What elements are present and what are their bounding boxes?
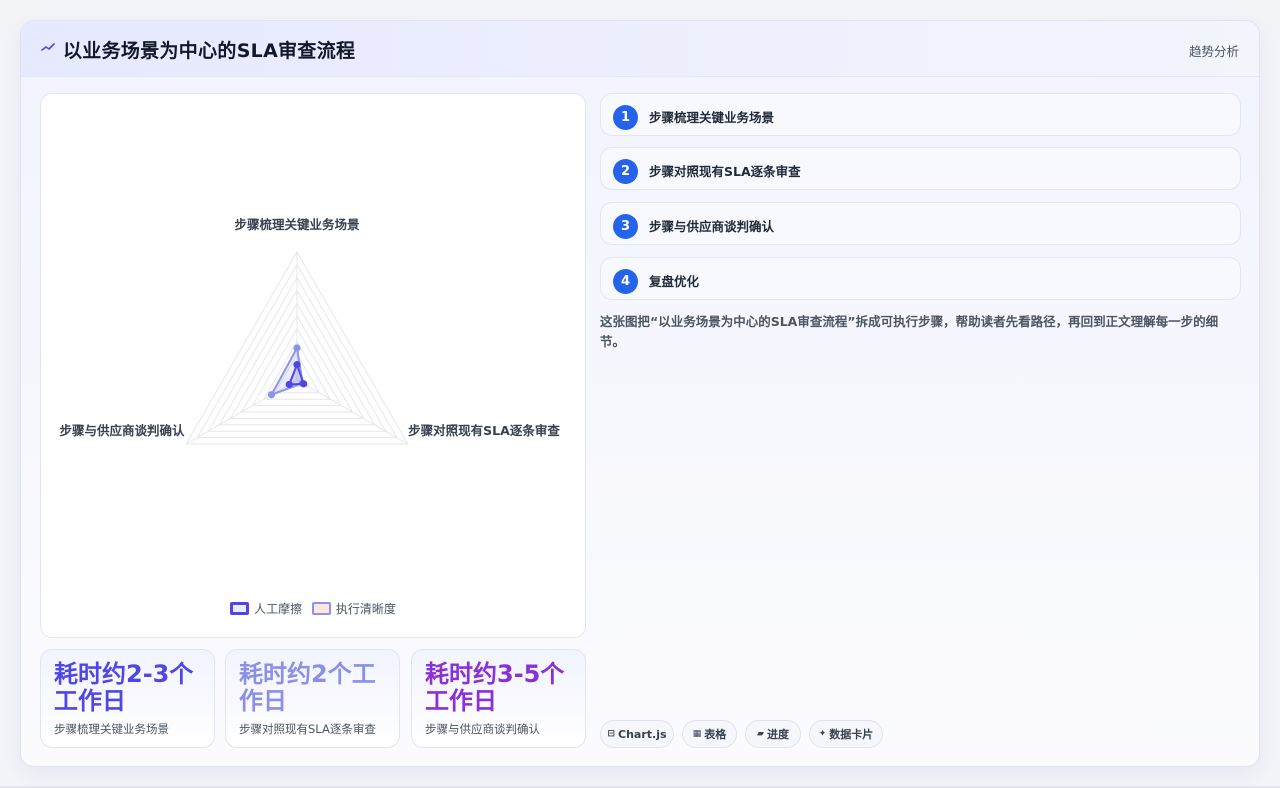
sparkle-icon: ✦ xyxy=(818,729,827,739)
legend-swatch xyxy=(311,602,331,615)
main-card: 以业务场景为中心的SLA审查流程 趋势分析 步骤梳理关键业务场景 步骤对照现有S… xyxy=(20,20,1260,767)
chip-label: Chart.js xyxy=(618,727,667,741)
chart-legend: 人工摩擦 执行清晰度 xyxy=(41,600,585,618)
radar-series xyxy=(267,344,308,399)
axis-label-2: 步骤对照现有SLA逐条审查 xyxy=(408,423,560,438)
stat-value: 耗时约3-5个工作日 xyxy=(425,660,565,715)
stat-card: 耗时约3-5个工作日 步骤与供应商谈判确认 xyxy=(411,649,586,748)
legend-swatch xyxy=(230,602,250,615)
stat-card: 耗时约2个工作日 步骤对照现有SLA逐条审查 xyxy=(225,649,400,748)
legend-label: 执行清晰度 xyxy=(335,602,396,616)
radar-chart: 步骤梳理关键业务场景 步骤对照现有SLA逐条审查 步骤与供应商谈判确认 xyxy=(59,217,560,445)
step-number-badge: 2 xyxy=(613,159,638,184)
stat-card: 耗时约2-3个工作日 步骤梳理关键业务场景 xyxy=(40,649,215,748)
stat-label: 步骤与供应商谈判确认 xyxy=(425,722,540,736)
legend-item-manual-friction[interactable]: 人工摩擦 xyxy=(230,600,302,617)
step-label: 步骤与供应商谈判确认 xyxy=(649,219,775,234)
header: 以业务场景为中心的SLA审查流程 趋势分析 xyxy=(21,21,1259,77)
chip-data-card[interactable]: ✦ 数据卡片 xyxy=(809,720,883,748)
stat-cards: 耗时约2-3个工作日 步骤梳理关键业务场景 耗时约2个工作日 步骤对照现有SLA… xyxy=(40,649,586,748)
radar-data-point xyxy=(300,380,308,388)
trend-analysis-tag: 趋势分析 xyxy=(1188,44,1239,59)
stat-label: 步骤梳理关键业务场景 xyxy=(54,722,169,736)
step-number-badge: 3 xyxy=(613,214,638,239)
legend-item-clarity[interactable]: 执行清晰度 xyxy=(311,600,396,617)
stat-label: 步骤对照现有SLA逐条审查 xyxy=(239,722,376,736)
page-title: 以业务场景为中心的SLA审查流程 xyxy=(63,40,356,62)
chip-table[interactable]: ▦ 表格 xyxy=(682,720,737,748)
stat-value: 耗时约2-3个工作日 xyxy=(54,660,194,715)
chip-progress[interactable]: ▰ 进度 xyxy=(745,720,801,748)
axis-label-3: 步骤与供应商谈判确认 xyxy=(59,423,185,438)
step-item[interactable]: 3 步骤与供应商谈判确认 xyxy=(600,202,1241,245)
radar-data-point xyxy=(285,380,293,389)
step-label: 步骤对照现有SLA逐条审查 xyxy=(649,164,801,179)
legend-label: 人工摩擦 xyxy=(254,602,303,616)
step-item[interactable]: 1 步骤梳理关键业务场景 xyxy=(600,93,1241,136)
chart-line-icon xyxy=(41,43,55,51)
step-number-badge: 1 xyxy=(613,105,638,130)
grid-icon: ▦ xyxy=(692,729,702,739)
description-text: 这张图把“以业务场景为中心的SLA审查流程”拆成可执行步骤，帮助读者先看路径，再… xyxy=(600,314,1219,349)
radar-data-point xyxy=(267,391,276,399)
chip-chartjs[interactable]: ⊟ Chart.js xyxy=(600,720,674,748)
table-icon: ⊟ xyxy=(607,729,616,739)
radar-data-point xyxy=(293,361,301,369)
step-item[interactable]: 4 复盘优化 xyxy=(600,257,1241,300)
step-label: 复盘优化 xyxy=(649,274,700,289)
chip-label: 表格 xyxy=(704,728,727,741)
step-number-badge: 4 xyxy=(613,269,638,294)
chip-label: 数据卡片 xyxy=(829,728,874,741)
chip-label: 进度 xyxy=(766,728,789,741)
radar-chart-panel: 步骤梳理关键业务场景 步骤对照现有SLA逐条审查 步骤与供应商谈判确认 人工摩擦… xyxy=(40,93,586,638)
radar-data-point xyxy=(293,344,301,352)
stat-value: 耗时约2个工作日 xyxy=(239,660,376,715)
step-item[interactable]: 2 步骤对照现有SLA逐条审查 xyxy=(600,147,1241,190)
axis-label-1: 步骤梳理关键业务场景 xyxy=(234,217,360,232)
step-label: 步骤梳理关键业务场景 xyxy=(649,110,775,125)
progress-icon: ▰ xyxy=(757,729,764,739)
